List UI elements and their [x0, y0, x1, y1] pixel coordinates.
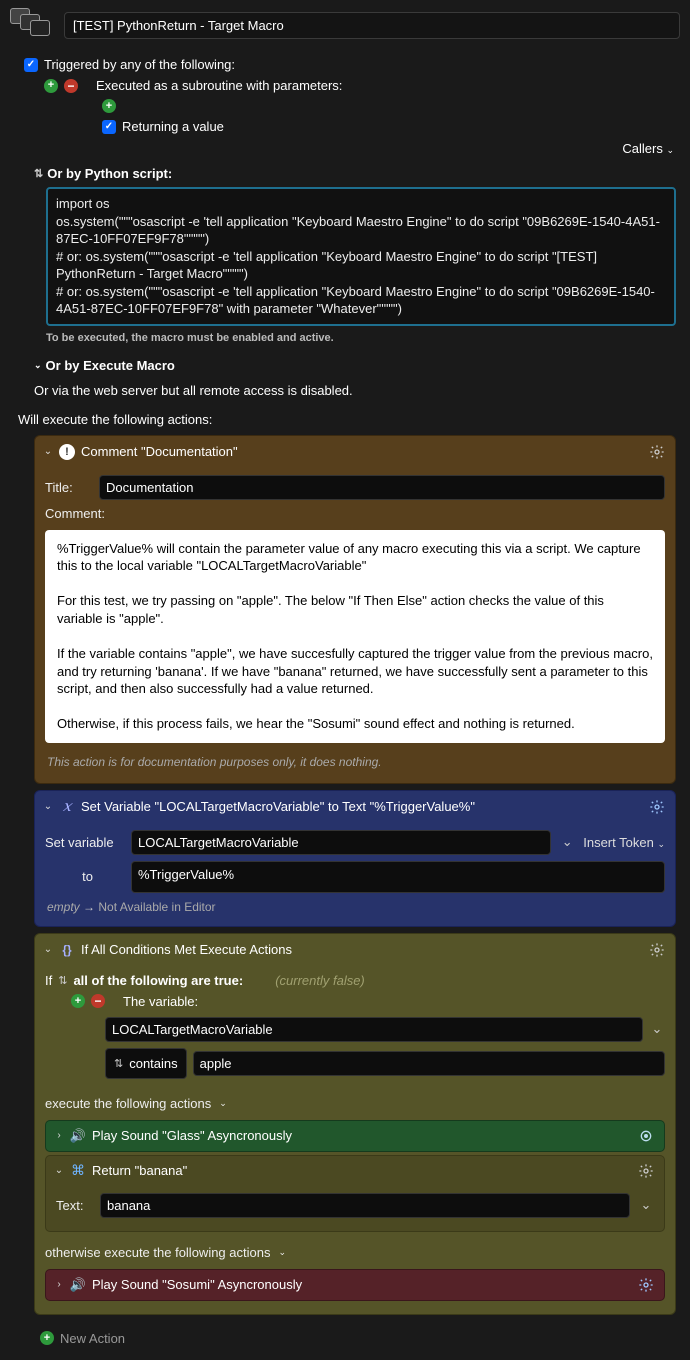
action-title: Return "banana" — [92, 1163, 630, 1178]
chevron-right-icon[interactable]: › — [54, 1130, 64, 1141]
add-action-button[interactable]: + — [40, 1331, 54, 1345]
action-play-sound-sosumi[interactable]: › 🔊 Play Sound "Sosumi" Asyncronously — [45, 1269, 665, 1301]
macro-title-input[interactable]: [TEST] PythonReturn - Target Macro — [64, 12, 680, 39]
condition-operator-select[interactable]: ⇅ contains — [105, 1048, 187, 1079]
chevron-right-icon[interactable]: › — [54, 1279, 64, 1290]
action-title: Play Sound "Glass" Asyncronously — [92, 1128, 630, 1143]
doc-note: This action is for documentation purpose… — [45, 749, 665, 773]
gear-icon[interactable] — [647, 442, 667, 462]
chevron-down-icon[interactable]: ⌄ — [34, 360, 42, 371]
condition-variable-input[interactable]: LOCALTargetMacroVariable — [105, 1017, 643, 1042]
condition-icon: {} — [59, 942, 75, 958]
via-web-label: Or via the web server but all remote acc… — [0, 377, 690, 408]
trigger-heading: Triggered by any of the following: — [44, 57, 235, 72]
chevron-down-icon[interactable]: ⌄ — [43, 801, 53, 812]
chevron-down-icon[interactable]: ⌄ — [559, 834, 575, 850]
chevron-down-icon[interactable]: ⌄ — [649, 1021, 665, 1037]
comment-body[interactable]: %TriggerValue% will contain the paramete… — [45, 530, 665, 743]
chevron-down-icon[interactable]: ⌄ — [43, 446, 53, 457]
sound-icon: 🔊 — [70, 1277, 86, 1293]
action-comment[interactable]: ⌄ ! Comment "Documentation" Title: Docum… — [34, 435, 676, 784]
variable-value-input[interactable]: %TriggerValue% — [131, 861, 665, 893]
new-action-label: New Action — [60, 1331, 125, 1346]
updown-icon: ⇅ — [114, 1057, 123, 1070]
return-value-input[interactable]: banana — [100, 1193, 630, 1218]
add-condition-button[interactable]: + — [71, 994, 85, 1008]
insert-token-button[interactable]: Insert Token ⌄ — [583, 835, 665, 850]
chevron-down-icon[interactable]: ⌄ — [278, 1247, 286, 1258]
sound-icon: 🔊 — [70, 1128, 86, 1144]
action-title: Play Sound "Sosumi" Asyncronously — [92, 1277, 630, 1292]
actions-heading: Will execute the following actions: — [0, 408, 690, 435]
returning-label: Returning a value — [122, 119, 224, 134]
if-label: If — [45, 973, 52, 988]
callers-button[interactable]: Callers ⌄ — [622, 141, 674, 156]
python-script-box[interactable]: import os os.system("""osascript -e 'tel… — [46, 187, 676, 326]
gear-icon[interactable] — [636, 1161, 656, 1181]
chevron-down-icon[interactable]: ⌄ — [638, 1197, 654, 1213]
action-title: If All Conditions Met Execute Actions — [81, 942, 641, 957]
variable-name-input[interactable]: LOCALTargetMacroVariable — [131, 830, 551, 855]
currently-status: (currently false) — [275, 973, 365, 988]
remove-trigger-button[interactable]: − — [64, 79, 78, 93]
title-label: Title: — [45, 480, 91, 495]
action-title: Comment "Documentation" — [81, 444, 641, 459]
all-conditions-select[interactable]: all of the following are true: — [73, 973, 243, 988]
comment-icon: ! — [59, 444, 75, 460]
remove-condition-button[interactable]: − — [91, 994, 105, 1008]
returning-checkbox[interactable] — [102, 120, 116, 134]
gear-icon[interactable] — [647, 940, 667, 960]
execute-actions-label: execute the following actions — [45, 1096, 211, 1111]
condition-value-input[interactable]: apple — [193, 1051, 665, 1076]
triggered-checkbox[interactable] — [24, 58, 38, 72]
variable-label: The variable: — [123, 994, 198, 1009]
status-na: Not Available in Editor — [98, 900, 215, 914]
action-if-then-else[interactable]: ⌄ {} If All Conditions Met Execute Actio… — [34, 933, 676, 1315]
action-set-variable[interactable]: ⌄ 𝑥 Set Variable "LOCALTargetMacroVariab… — [34, 790, 676, 927]
to-label: to — [45, 869, 123, 884]
comment-title-input[interactable]: Documentation — [99, 475, 665, 500]
app-icon — [10, 8, 54, 42]
updown-icon[interactable]: ⇅ — [34, 167, 43, 180]
action-return[interactable]: ⌄ ⌘ Return "banana" Text: banana ⌄ — [45, 1155, 665, 1232]
variable-icon: 𝑥 — [59, 799, 75, 815]
otherwise-label: otherwise execute the following actions — [45, 1245, 270, 1260]
gear-icon[interactable] — [636, 1275, 656, 1295]
arrow-right-icon: → — [83, 900, 98, 914]
text-label: Text: — [56, 1198, 92, 1213]
status-empty: empty — [47, 900, 80, 914]
script-hint: To be executed, the macro must be enable… — [0, 332, 690, 352]
updown-icon[interactable]: ⇅ — [58, 974, 67, 987]
subroutine-label: Executed as a subroutine with parameters… — [96, 78, 342, 93]
chevron-down-icon[interactable]: ⌄ — [219, 1098, 227, 1109]
action-title: Set Variable "LOCALTargetMacroVariable" … — [81, 799, 641, 814]
return-icon: ⌘ — [70, 1163, 86, 1179]
chevron-down-icon[interactable]: ⌄ — [54, 1165, 64, 1176]
action-play-sound-glass[interactable]: › 🔊 Play Sound "Glass" Asyncronously — [45, 1120, 665, 1152]
setvar-label: Set variable — [45, 835, 123, 850]
execute-macro-label: Or by Execute Macro — [46, 358, 175, 373]
comment-label: Comment: — [45, 506, 105, 521]
python-script-label: Or by Python script: — [47, 166, 172, 181]
chevron-down-icon[interactable]: ⌄ — [43, 944, 53, 955]
gear-icon[interactable] — [647, 797, 667, 817]
add-param-button[interactable]: + — [102, 99, 116, 113]
add-trigger-button[interactable]: + — [44, 79, 58, 93]
chevron-down-icon: ⌄ — [666, 145, 674, 156]
